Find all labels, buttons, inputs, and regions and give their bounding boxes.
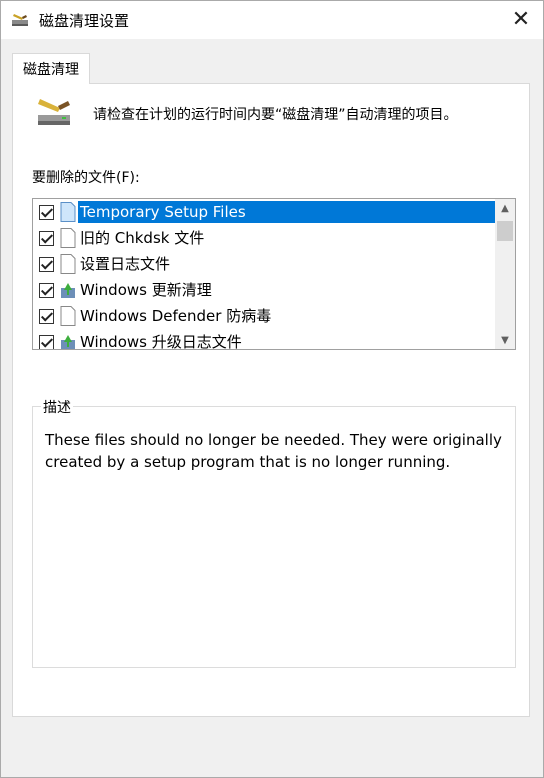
tab-panel: 请检查在计划的运行时间内要“磁盘清理”自动清理的项目。 要删除的文件(F): T… xyxy=(12,83,530,717)
checkbox[interactable] xyxy=(39,334,54,349)
list-item[interactable]: Temporary Setup Files xyxy=(33,199,495,225)
tab-disk-cleanup[interactable]: 磁盘清理 xyxy=(12,53,90,84)
files-to-delete-label: 要删除的文件(F): xyxy=(32,170,140,186)
blank-file-icon xyxy=(60,202,76,222)
blank-file-icon xyxy=(60,228,76,248)
list-item-label: Windows 升级日志文件 xyxy=(80,333,242,349)
description-legend: 描述 xyxy=(41,397,73,417)
blank-file-icon xyxy=(60,306,76,326)
list-item-label: 设置日志文件 xyxy=(80,255,171,273)
scroll-down-button[interactable]: ▼ xyxy=(495,331,515,349)
list-item[interactable]: Windows 升级日志文件 xyxy=(33,329,495,349)
disk-cleanup-drive-icon xyxy=(34,95,74,129)
list-item-label: Windows 更新清理 xyxy=(80,281,212,299)
windows-update-icon xyxy=(60,332,76,349)
windows-update-icon xyxy=(60,280,76,300)
window-title: 磁盘清理设置 xyxy=(39,12,130,30)
list-item-label: 旧的 Chkdsk 文件 xyxy=(80,229,205,247)
list-item[interactable]: Windows 更新清理 xyxy=(33,277,495,303)
scroll-up-button[interactable]: ▲ xyxy=(495,199,515,217)
tab-label: 磁盘清理 xyxy=(23,62,79,78)
checkbox[interactable] xyxy=(39,204,54,220)
list-item[interactable]: 旧的 Chkdsk 文件 xyxy=(33,225,495,251)
title-bar: 磁盘清理设置 ✕ xyxy=(1,1,543,39)
checkbox[interactable] xyxy=(39,282,54,298)
list-item-label: Temporary Setup Files xyxy=(78,201,495,223)
checkbox[interactable] xyxy=(39,256,54,272)
close-button[interactable]: ✕ xyxy=(503,3,539,35)
checkbox[interactable] xyxy=(39,230,54,246)
close-icon: ✕ xyxy=(511,6,531,32)
disk-cleanup-settings-window: 磁盘清理设置 ✕ 磁盘清理 请检查在计划的运行时间内要“磁盘清理”自动清理的项目… xyxy=(0,0,544,778)
vertical-scrollbar[interactable]: ▲ ▼ xyxy=(495,199,515,349)
chevron-up-icon: ▲ xyxy=(501,202,509,214)
list-item[interactable]: 设置日志文件 xyxy=(33,251,495,277)
scroll-thumb[interactable] xyxy=(497,221,513,241)
checkbox[interactable] xyxy=(39,308,54,324)
blank-file-icon xyxy=(60,254,76,274)
files-list-viewport: Temporary Setup Files 旧的 Chkdsk 文件 设置日志文… xyxy=(33,199,495,349)
description-text: These files should no longer be needed. … xyxy=(45,431,502,471)
chevron-down-icon: ▼ xyxy=(501,334,509,346)
list-item[interactable]: Windows Defender 防病毒 xyxy=(33,303,495,329)
disk-cleanup-icon xyxy=(11,12,29,28)
list-item-label: Windows Defender 防病毒 xyxy=(80,307,272,325)
description-group: 描述 These files should no longer be neede… xyxy=(32,397,516,668)
files-to-delete-list[interactable]: Temporary Setup Files 旧的 Chkdsk 文件 设置日志文… xyxy=(32,198,516,350)
intro-text: 请检查在计划的运行时间内要“磁盘清理”自动清理的项目。 xyxy=(93,107,458,123)
